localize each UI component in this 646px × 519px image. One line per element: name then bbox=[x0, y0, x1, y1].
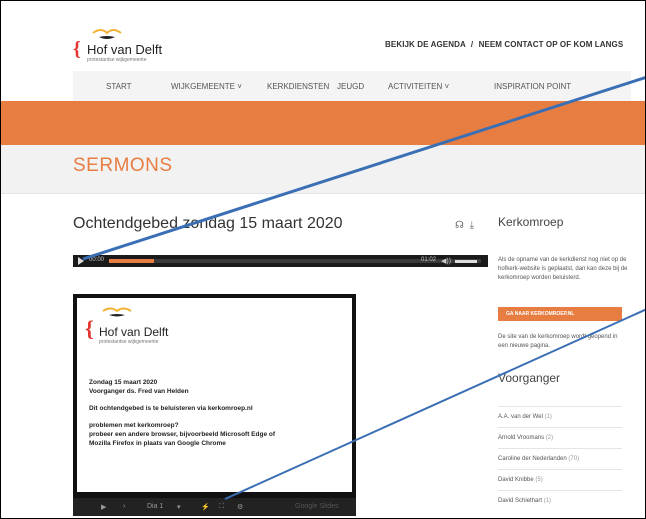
list-item[interactable]: David Knibbe (5) bbox=[498, 469, 622, 490]
orange-banner bbox=[1, 101, 645, 145]
gear-icon[interactable]: ⚙ bbox=[237, 503, 243, 511]
site-logo[interactable]: { Hof van Delft protestantse wijkgemeent… bbox=[73, 25, 183, 65]
kerkomroep-note: De site van de kerkomroep wordt geopend … bbox=[498, 334, 618, 349]
slide-tip-2: Mozilla Firefox in plaats van Google Chr… bbox=[89, 440, 226, 447]
logo-brace: { bbox=[73, 38, 81, 60]
voorganger-heading: Voorganger bbox=[498, 371, 561, 385]
list-item[interactable]: Arnold Vroomans (2) bbox=[498, 427, 622, 448]
preacher-name: A.A. van der Wel bbox=[498, 414, 543, 420]
slide-logo-subtitle: protestantse wijkgemeente bbox=[99, 339, 159, 345]
nav-item-inspiration-point[interactable]: INSPIRATION POINT bbox=[494, 82, 571, 91]
slide-tip-1: probeer een andere browser, bijvoorbeeld… bbox=[89, 431, 276, 438]
top-links: BEKIJK DE AGENDA / NEEM CONTACT OP OF KO… bbox=[385, 40, 623, 49]
agenda-link[interactable]: BEKIJK DE AGENDA bbox=[385, 40, 466, 49]
list-item[interactable]: Caroline der Nederlanden (70) bbox=[498, 448, 622, 469]
kerkomroep-text: Als de opname van de kerkdienst nog niet… bbox=[498, 257, 628, 281]
preacher-count: (1) bbox=[543, 498, 552, 504]
kerkomroep-button[interactable]: GA NAAR KERKOMROEP.NL bbox=[498, 307, 622, 321]
list-item[interactable]: A.A. van der Wel (1) bbox=[498, 406, 622, 427]
fullscreen-icon[interactable]: ⛶ bbox=[219, 503, 224, 511]
slide-date: Zondag 15 maart 2020 bbox=[89, 379, 158, 386]
slide-problem: problemen met kerkomroep? bbox=[89, 422, 179, 429]
preacher-count: (70) bbox=[568, 456, 580, 462]
preacher-list: A.A. van der Wel (1) Arnold Vroomans (2)… bbox=[498, 406, 622, 511]
preacher-name: David Schiethart bbox=[498, 498, 543, 504]
post-icons: ☊ ⤓ bbox=[455, 220, 474, 231]
preacher-count: (2) bbox=[545, 435, 554, 441]
google-slides-brand[interactable]: Google Slides bbox=[295, 503, 339, 510]
slide-page: { Hof van Delft protestantse wijkgemeent… bbox=[77, 298, 352, 492]
nav-item-jeugd[interactable]: JEUGD bbox=[337, 82, 364, 91]
nav-item-activiteiten[interactable]: ACTIVITEITEN ˅ bbox=[388, 82, 449, 91]
page-title: SERMONS bbox=[73, 155, 173, 176]
download-icon[interactable]: ⤓ bbox=[470, 220, 474, 231]
bird-logo-icon bbox=[102, 307, 132, 317]
nav-item-kerkdiensten[interactable]: KERKDIENSTEN bbox=[267, 82, 329, 91]
edit-icon[interactable]: ⚡ bbox=[201, 503, 210, 511]
top-links-separator: / bbox=[470, 40, 474, 49]
list-item[interactable]: David Schiethart (1) bbox=[498, 490, 622, 511]
bird-logo-icon bbox=[92, 29, 122, 39]
post-title: Ochtendgebed zondag 15 maart 2020 bbox=[73, 215, 343, 232]
slides-controls: ▶ › Dia 1 ▾ ⚡ ⛶ ⚙ Google Slides bbox=[73, 498, 356, 516]
current-time: 00:00 bbox=[89, 257, 105, 263]
play-icon[interactable]: ▶ bbox=[101, 503, 106, 511]
preacher-name: Arnold Vroomans bbox=[498, 435, 545, 441]
next-slide-icon[interactable]: › bbox=[123, 503, 125, 510]
play-icon[interactable] bbox=[78, 257, 84, 265]
page-frame: { Hof van Delft protestantse wijkgemeent… bbox=[0, 0, 646, 519]
volume-icon[interactable]: ◀)) bbox=[441, 257, 451, 265]
nav-item-wijkgemeente[interactable]: WIJKGEMEENTE ˅ bbox=[171, 82, 242, 91]
logo-name: Hof van Delft bbox=[87, 42, 163, 57]
main-nav: START WIJKGEMEENTE ˅ KERKDIENSTEN JEUGD … bbox=[73, 71, 631, 102]
slide-logo-name: Hof van Delft bbox=[99, 325, 169, 339]
contact-link[interactable]: NEEM CONTACT OP OF KOM LANGS bbox=[479, 40, 624, 49]
preacher-count: (1) bbox=[544, 414, 552, 420]
site-header: { Hof van Delft protestantse wijkgemeent… bbox=[1, 1, 645, 71]
logo-subtitle: protestantse wijkgemeente bbox=[87, 57, 147, 63]
total-time: 01:02 bbox=[421, 257, 437, 263]
audio-player: 00:00 01:02 ◀)) bbox=[73, 255, 488, 267]
chevron-down-icon[interactable]: ▾ bbox=[177, 503, 181, 511]
embedded-slides: { Hof van Delft protestantse wijkgemeent… bbox=[73, 294, 356, 516]
slide-page-select[interactable]: Dia 1 bbox=[147, 503, 163, 510]
slide-info: Dit ochtendgebed is te beluisteren via k… bbox=[89, 405, 253, 412]
page-title-bar: SERMONS bbox=[1, 145, 645, 194]
slide-preacher: Voorganger ds. Fred van Helden bbox=[89, 388, 189, 395]
audio-buffered-bar bbox=[109, 259, 154, 263]
preacher-name: David Knibbe bbox=[498, 477, 534, 483]
kerkomroep-heading: Kerkomroep bbox=[498, 215, 564, 229]
slide-logo: { Hof van Delft protestantse wijkgemeent… bbox=[85, 306, 185, 346]
preacher-name: Caroline der Nederlanden bbox=[498, 456, 567, 462]
preacher-count: (5) bbox=[535, 477, 543, 483]
volume-slider[interactable] bbox=[455, 260, 477, 263]
nav-item-start[interactable]: START bbox=[106, 82, 131, 91]
slide-logo-brace: { bbox=[85, 316, 94, 341]
headphones-icon[interactable]: ☊ bbox=[455, 220, 464, 231]
